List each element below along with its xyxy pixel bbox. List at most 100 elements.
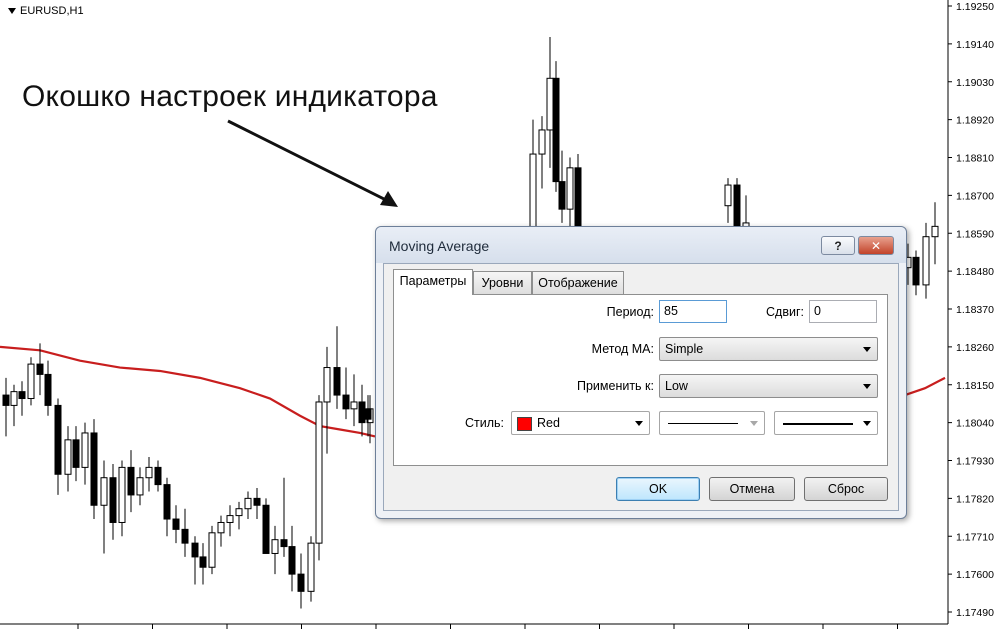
- chevron-down-icon: [863, 347, 871, 352]
- candle-bull: [100, 477, 108, 506]
- ok-button[interactable]: OK: [616, 477, 700, 501]
- help-button[interactable]: ?: [821, 236, 855, 255]
- annotation-arrow-line: [227, 119, 393, 205]
- candle-bull: [10, 391, 18, 406]
- price-label: 1.18040: [956, 418, 994, 430]
- moving-average-line: [904, 376, 946, 397]
- candle-bull: [136, 477, 144, 496]
- dialog-title: Moving Average: [389, 238, 490, 254]
- candle-bear: [54, 404, 62, 475]
- candle-bull: [118, 466, 126, 523]
- candle-bear: [163, 484, 171, 520]
- candle-bull: [81, 432, 89, 468]
- candle-bull: [145, 466, 153, 479]
- candle-bull: [244, 497, 252, 510]
- candle-bear: [733, 184, 741, 231]
- candle-bear: [127, 466, 135, 496]
- line-style-sample: [668, 423, 738, 424]
- candle-bull: [226, 515, 234, 523]
- candle-bull: [323, 367, 331, 403]
- price-label: 1.19250: [956, 1, 994, 13]
- candle-bear: [154, 466, 162, 486]
- color-value: Red: [537, 416, 560, 430]
- dialog-titlebar[interactable]: Moving Average ? ✕: [376, 227, 906, 263]
- price-label: 1.18370: [956, 304, 994, 316]
- close-button[interactable]: ✕: [858, 236, 894, 255]
- price-label: 1.17490: [956, 607, 994, 619]
- method-label: Метод МА:: [591, 342, 654, 356]
- chevron-down-icon: [863, 384, 871, 389]
- candle-bull: [315, 401, 323, 544]
- candle-bear: [253, 497, 261, 506]
- candle-bear: [912, 256, 920, 286]
- candle-bull: [922, 236, 930, 286]
- candle-bull: [217, 521, 225, 534]
- annotation-text: Окошко настроек индикатора: [22, 80, 438, 113]
- candle-bear: [72, 439, 80, 468]
- parameters-panel: Период: 85 Сдвиг: 0 Метод МА: Simple При…: [393, 294, 888, 466]
- color-select[interactable]: Red: [511, 411, 650, 435]
- line-style-select[interactable]: [659, 411, 765, 435]
- method-select[interactable]: Simple: [659, 337, 878, 361]
- style-label: Стиль:: [464, 416, 504, 430]
- shift-input[interactable]: 0: [809, 300, 877, 323]
- moving-average-dialog: Moving Average ? ✕ Параметры Уровни Отоб…: [375, 226, 907, 519]
- price-label: 1.19030: [956, 77, 994, 89]
- candle-bull: [64, 439, 72, 475]
- candle-bear: [288, 546, 296, 575]
- candle-bear: [90, 432, 98, 506]
- chart-symbol-label: EURUSD,H1: [8, 5, 84, 17]
- apply-to-select[interactable]: Low: [659, 374, 878, 398]
- candle-bear: [199, 556, 207, 568]
- candle-bull: [566, 167, 574, 210]
- dialog-client-area: Параметры Уровни Отображение Период: 85 …: [383, 263, 899, 511]
- line-width-sample: [783, 423, 853, 425]
- candle-bear: [2, 394, 10, 406]
- chevron-down-icon: [635, 421, 643, 426]
- candle-bull: [724, 184, 732, 207]
- candle-bear: [552, 77, 560, 183]
- method-value: Simple: [665, 342, 704, 356]
- tab-parameters[interactable]: Параметры: [393, 269, 473, 295]
- candle-bull: [27, 363, 35, 400]
- candle-bear: [181, 528, 189, 544]
- candle-bull: [271, 539, 279, 554]
- candle-bear: [558, 181, 566, 210]
- candle-bull: [307, 542, 315, 592]
- price-label: 1.17820: [956, 493, 994, 505]
- chevron-down-icon: [750, 421, 758, 426]
- candle-bear: [333, 367, 341, 396]
- price-label: 1.18920: [956, 115, 994, 127]
- candle-bear: [364, 408, 372, 420]
- cancel-button[interactable]: Отмена: [709, 477, 795, 501]
- chevron-down-icon: [863, 421, 871, 426]
- price-label: 1.19140: [956, 39, 994, 51]
- period-input[interactable]: 85: [659, 300, 727, 323]
- tab-levels[interactable]: Уровни: [473, 271, 532, 294]
- price-label: 1.18480: [956, 266, 994, 278]
- candle-bull: [546, 77, 554, 131]
- price-label: 1.18810: [956, 153, 994, 165]
- price-label: 1.17600: [956, 569, 994, 581]
- chart-symbol-text: EURUSD,H1: [20, 5, 84, 17]
- candle-bear: [172, 518, 180, 530]
- price-label: 1.18700: [956, 190, 994, 202]
- apply-to-label: Применить к:: [576, 379, 654, 393]
- price-label: 1.18150: [956, 380, 994, 392]
- triangle-down-icon: [8, 8, 16, 15]
- candle-bear: [297, 573, 305, 592]
- apply-to-value: Low: [665, 379, 688, 393]
- color-swatch: [517, 417, 532, 431]
- candle-bull: [350, 401, 358, 410]
- line-width-select[interactable]: [774, 411, 878, 435]
- candle-bull: [235, 508, 243, 517]
- candle-bear: [358, 401, 366, 424]
- tab-display[interactable]: Отображение: [532, 271, 624, 294]
- reset-button[interactable]: Сброс: [804, 477, 888, 501]
- candle-bear: [191, 542, 199, 558]
- candle-bull: [931, 225, 939, 238]
- candle-bear: [262, 504, 270, 554]
- price-label: 1.17930: [956, 456, 994, 468]
- price-label: 1.17710: [956, 531, 994, 543]
- candle-bull: [538, 129, 546, 155]
